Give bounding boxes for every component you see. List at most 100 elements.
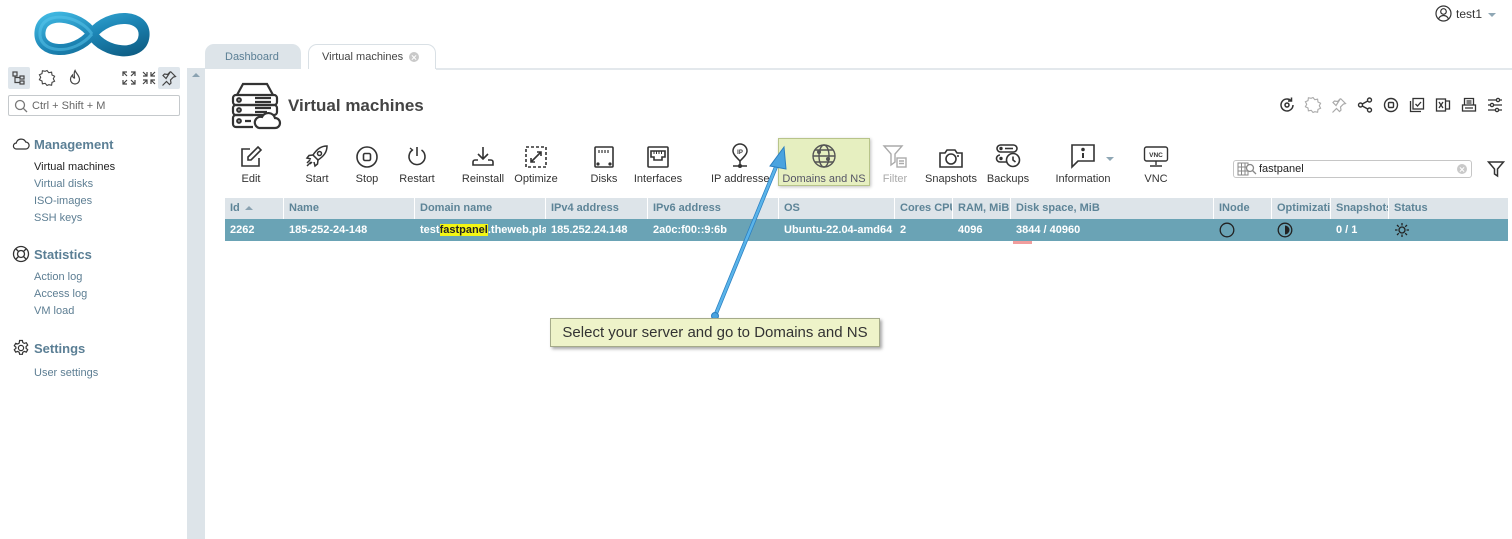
chevron-down-icon[interactable] [1106, 157, 1114, 161]
domains-and-ns-button[interactable]: Domains and NS [778, 138, 870, 186]
pin-icon[interactable] [158, 67, 180, 89]
table-search[interactable] [1233, 160, 1472, 178]
svg-text:IP: IP [737, 150, 743, 156]
stop-circle-icon[interactable] [1378, 95, 1404, 115]
collapse-icon[interactable] [138, 67, 160, 89]
nav-group-management: Management Virtual machines Virtual disk… [12, 135, 115, 227]
print-icon[interactable] [1456, 95, 1482, 115]
logo[interactable] [34, 8, 150, 60]
half-circle-icon [1277, 222, 1293, 238]
tab-divider [436, 68, 1512, 70]
empty-circle-icon [1219, 222, 1235, 238]
globe-icon [811, 143, 837, 169]
restart-icon [405, 143, 429, 169]
column-header-domain[interactable]: Domain name [415, 198, 546, 219]
column-header-cores[interactable]: Cores CPU [895, 198, 953, 219]
nav-head-settings[interactable]: Settings [12, 339, 98, 357]
cell-status [1389, 219, 1508, 241]
sidebar-item-action-log[interactable]: Action log [34, 269, 92, 286]
sidebar-item-iso-images[interactable]: ISO-images [34, 193, 115, 210]
filter-icon [882, 143, 908, 169]
optimize-button[interactable]: Optimize [514, 143, 558, 187]
snapshots-button[interactable]: Snapshots [924, 143, 978, 187]
tab-dashboard[interactable]: Dashboard [205, 44, 301, 69]
toolbar-label: Domains and NS [782, 173, 866, 185]
expand-icon[interactable] [118, 67, 140, 89]
cell-inode [1214, 219, 1272, 241]
column-header-inode[interactable]: INode [1214, 198, 1272, 219]
column-header-ipv6[interactable]: IPv6 address [648, 198, 779, 219]
sidebar-scrollbar[interactable] [187, 68, 205, 539]
pin-icon[interactable] [1326, 95, 1352, 115]
backups-button[interactable]: Backups [986, 143, 1030, 187]
excel-icon[interactable] [1430, 95, 1456, 115]
disk-usage-bar [1013, 241, 1032, 244]
reinstall-button[interactable]: Reinstall [460, 143, 506, 187]
table-row[interactable]: 2262 185-252-24-148 testfastpanel.theweb… [225, 219, 1508, 244]
start-button[interactable]: Start [302, 143, 332, 187]
ip-addresses-button[interactable]: IP IP addresses [708, 143, 772, 187]
filter-icon[interactable] [1487, 160, 1505, 178]
column-header-optimization[interactable]: Optimization [1272, 198, 1331, 219]
nav-head-management[interactable]: Management [12, 135, 115, 153]
puzzle-icon[interactable] [1300, 95, 1326, 115]
column-header-id[interactable]: Id [225, 198, 284, 219]
column-header-status[interactable]: Status [1389, 198, 1508, 219]
sidebar-search[interactable] [8, 95, 180, 116]
column-header-disk[interactable]: Disk space, MiB [1011, 198, 1214, 219]
vnc-button[interactable]: VNC VNC [1140, 143, 1172, 187]
sidebar-item-access-log[interactable]: Access log [34, 286, 92, 303]
tab-virtual-machines[interactable]: Virtual machines [308, 44, 436, 69]
toolbar-label: Information [1055, 173, 1111, 185]
share-icon[interactable] [1352, 95, 1378, 115]
information-button[interactable]: Information [1054, 143, 1114, 187]
scroll-up-arrow[interactable] [192, 73, 200, 77]
reinstall-icon [470, 143, 496, 169]
filter-button[interactable]: Filter [880, 143, 910, 187]
table-search-input[interactable] [1259, 163, 1449, 175]
toolbar-label: Restart [399, 173, 435, 185]
toolbar-label: Disks [590, 173, 618, 185]
toolbar-label: VNC [1144, 173, 1168, 185]
toolbar-label: Reinstall [461, 173, 505, 185]
chevron-down-icon [1488, 13, 1496, 17]
close-icon[interactable] [409, 52, 420, 62]
user-menu[interactable]: test1 [1435, 5, 1496, 22]
sidebar-item-virtual-disks[interactable]: Virtual disks [34, 176, 115, 193]
flame-icon[interactable] [64, 67, 86, 89]
column-header-ipv4[interactable]: IPv4 address [546, 198, 648, 219]
user-circle-icon [1435, 5, 1452, 22]
domain-prefix: test [420, 224, 440, 236]
nav-group-settings: Settings User settings [12, 339, 98, 382]
settings-sliders-icon[interactable] [1482, 95, 1508, 115]
backup-icon [995, 143, 1021, 169]
edit-button[interactable]: Edit [236, 143, 266, 187]
cell-os: Ubuntu-22.04-amd64 [784, 224, 893, 236]
checkbox-copy-icon[interactable] [1404, 95, 1430, 115]
column-header-ram[interactable]: RAM, MiB [953, 198, 1011, 219]
puzzle-icon[interactable] [36, 67, 58, 89]
nav-head-statistics[interactable]: Statistics [12, 245, 92, 263]
search-icon [14, 99, 28, 112]
disks-button[interactable]: Disks [588, 143, 620, 187]
column-header-name[interactable]: Name [284, 198, 415, 219]
sidebar-item-virtual-machines[interactable]: Virtual machines [34, 159, 115, 176]
user-name: test1 [1455, 6, 1482, 21]
sidebar-toolbar [8, 67, 180, 89]
nav-head-label: Statistics [34, 246, 92, 262]
restart-button[interactable]: Restart [396, 143, 438, 187]
interfaces-button[interactable]: Interfaces [632, 143, 684, 187]
stop-button[interactable]: Stop [352, 143, 382, 187]
nav-group-statistics: Statistics Action log Access log VM load [12, 245, 92, 320]
toolbar-label: Interfaces [633, 173, 683, 185]
column-header-snapshots[interactable]: Snapshots [1331, 198, 1389, 219]
clear-icon[interactable] [1457, 164, 1467, 174]
sidebar-item-user-settings[interactable]: User settings [34, 365, 98, 382]
sidebar-item-vm-load[interactable]: VM load [34, 303, 92, 320]
column-header-os[interactable]: OS [779, 198, 895, 219]
sidebar-item-ssh-keys[interactable]: SSH keys [34, 210, 115, 227]
refresh-icon[interactable] [1274, 95, 1300, 115]
server-cloud-icon [231, 81, 283, 131]
tree-icon[interactable] [8, 67, 30, 89]
sidebar-search-input[interactable] [32, 99, 172, 112]
